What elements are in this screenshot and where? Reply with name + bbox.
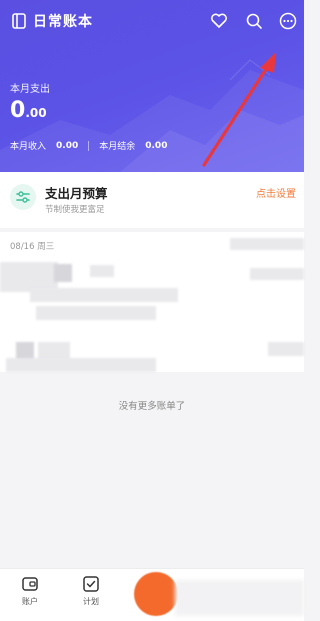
tab-plan-label: 计划 xyxy=(83,597,99,606)
month-balance-label: 本月结余 xyxy=(99,142,136,152)
blurred-entry xyxy=(268,342,304,356)
check-square-icon xyxy=(83,576,99,592)
blurred-entry xyxy=(6,358,156,372)
tab-account-label: 账户 xyxy=(22,597,38,606)
blurred-entry xyxy=(54,264,72,282)
divider xyxy=(88,140,90,151)
budget-card[interactable]: 支出月预算 节制使我更富足 点击设置 xyxy=(0,172,304,228)
top-bar: 日常账本 xyxy=(0,8,304,36)
heart-icon[interactable] xyxy=(209,11,229,31)
month-balance-value: 0.00 xyxy=(145,140,168,151)
book-icon[interactable] xyxy=(12,13,26,29)
add-bill-button[interactable] xyxy=(134,572,178,616)
month-expense-label: 本月支出 xyxy=(10,84,50,95)
month-expense-dec: .00 xyxy=(25,106,47,120)
budget-subtitle: 节制使我更富足 xyxy=(45,205,105,215)
wallet-icon xyxy=(22,577,38,591)
budget-title: 支出月预算 xyxy=(45,186,108,201)
month-income-value: 0.00 xyxy=(56,140,79,151)
tab-plan[interactable]: 计划 xyxy=(71,575,111,607)
header-banner: 日常账本 本月支出 0.00 本月收入 0.00 本月结余 0.00 xyxy=(0,0,304,172)
no-more-bills: 没有更多账单了 xyxy=(118,401,186,412)
blurred-tabs xyxy=(175,580,304,616)
tab-account[interactable]: 账户 xyxy=(10,575,50,607)
blurred-entry xyxy=(250,268,304,280)
blurred-entry xyxy=(230,238,304,250)
month-income-label: 本月收入 xyxy=(10,142,47,152)
ledger-title[interactable]: 日常账本 xyxy=(33,11,93,31)
search-icon[interactable] xyxy=(244,11,264,31)
blurred-entry xyxy=(90,265,114,277)
set-budget-link[interactable]: 点击设置 xyxy=(256,185,296,200)
sliders-icon xyxy=(10,184,36,210)
blurred-entry xyxy=(30,288,178,302)
date-header: 08/16 周三 xyxy=(10,242,55,252)
more-icon[interactable] xyxy=(278,11,298,31)
month-expense-amount: 0.00 xyxy=(10,98,47,123)
month-expense-int: 0 xyxy=(10,98,26,123)
month-stats: 本月收入 0.00 本月结余 0.00 xyxy=(10,139,167,152)
blurred-entry xyxy=(36,306,156,320)
